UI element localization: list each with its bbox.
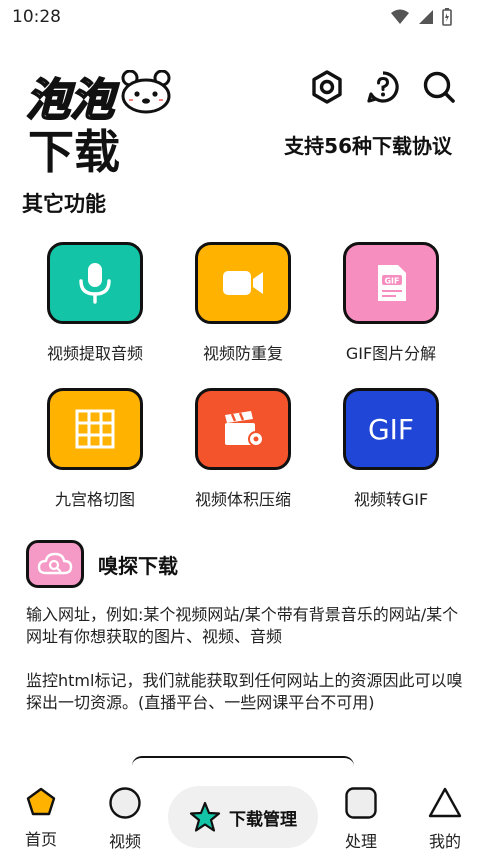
section-title: 其它功能 [22, 192, 106, 216]
app-logo-subtitle: 下载 [28, 125, 120, 179]
sniff-description: 输入网址，例如:某个视频网站/某个带有背景音乐的网站/某个网址有你想获取的图片、… [26, 604, 466, 714]
feature-gif-split[interactable]: GIF GIF图片分解 [316, 242, 466, 364]
sniff-title: 嗅探下载 [98, 553, 178, 578]
svg-text:GIF: GIF [384, 277, 399, 286]
nav-label: 视频 [108, 832, 141, 851]
status-bar: 10:28 [0, 0, 486, 34]
sniff-download-button[interactable]: 嗅探下载 [26, 540, 466, 588]
grid-icon [75, 409, 115, 449]
nav-item-mine[interactable]: 我的 [410, 786, 480, 852]
header: 泡泡 下载 支持56种下载协议 [0, 60, 486, 179]
cloud-search-icon [37, 552, 73, 575]
feature-label: 视频体积压缩 [194, 490, 291, 509]
status-time: 10:28 [12, 7, 61, 27]
download-manager-label: 下载管理 [229, 809, 297, 830]
pentagon-icon [26, 787, 56, 816]
nav-item-video[interactable]: 视频 [90, 786, 160, 852]
feature-video-to-audio[interactable]: 视频提取音频 [20, 242, 170, 364]
square-icon [345, 787, 377, 819]
clapperboard-icon [225, 411, 264, 447]
gif-text-icon: GIF [367, 412, 415, 446]
sniff-description-2: 监控html标记，我们就能获取到任何网站上的资源因此可以嗅探出一切资源。(直播平… [26, 671, 463, 712]
feature-tile [47, 242, 143, 324]
bottom-nav: 首页 视频 下载管理 处理 我的 [0, 774, 486, 864]
battery-icon [442, 8, 452, 26]
microphone-icon [79, 263, 111, 304]
settings-button[interactable] [310, 70, 344, 104]
sniff-tile [26, 540, 84, 588]
nav-label: 处理 [344, 832, 377, 851]
download-manager-button[interactable]: 下载管理 [168, 786, 318, 848]
video-camera-icon [223, 271, 263, 295]
bear-mascot-icon [121, 70, 171, 114]
sniff-description-1: 输入网址，例如:某个视频网站/某个带有背景音乐的网站/某个网址有你想获取的图片、… [26, 605, 459, 646]
feature-tile: GIF [343, 242, 439, 324]
feature-video-compress[interactable]: 视频体积压缩 [168, 388, 318, 510]
feature-nine-grid[interactable]: 九宫格切图 [20, 388, 170, 510]
feature-tile [195, 388, 291, 470]
feature-tile [195, 242, 291, 324]
feature-video-to-gif[interactable]: GIF 视频转GIF [316, 388, 466, 510]
feature-label: GIF图片分解 [345, 344, 437, 363]
triangle-icon [428, 787, 462, 818]
circle-icon [109, 787, 141, 819]
gif-file-icon: GIF [378, 265, 406, 301]
nav-label: 首页 [24, 830, 57, 849]
nav-label: 我的 [428, 832, 461, 851]
nav-item-process[interactable]: 处理 [326, 786, 396, 852]
feature-label: 视频转GIF [353, 490, 429, 509]
settings-hex-icon [312, 70, 342, 104]
sniff-download-section: 嗅探下载 输入网址，例如:某个视频网站/某个带有背景音乐的网站/某个网址有你想获… [26, 540, 466, 714]
feature-video-dedupe[interactable]: 视频防重复 [168, 242, 318, 364]
cell-signal-icon [419, 10, 433, 24]
search-icon [423, 71, 455, 103]
feature-tile [47, 388, 143, 470]
star-icon [189, 801, 221, 832]
search-button[interactable] [422, 70, 456, 104]
feature-label: 视频防重复 [202, 344, 283, 363]
tagline: 支持56种下载协议 [284, 134, 452, 158]
partial-button-edge [132, 756, 354, 766]
wifi-icon [391, 9, 409, 24]
help-icon [367, 71, 399, 103]
top-actions [310, 70, 456, 104]
feature-label: 九宫格切图 [54, 490, 135, 509]
status-icons [390, 8, 452, 26]
nav-item-home[interactable]: 首页 [6, 786, 76, 850]
feature-label: 视频提取音频 [46, 344, 143, 363]
feature-tile: GIF [343, 388, 439, 470]
help-button[interactable] [366, 70, 400, 104]
